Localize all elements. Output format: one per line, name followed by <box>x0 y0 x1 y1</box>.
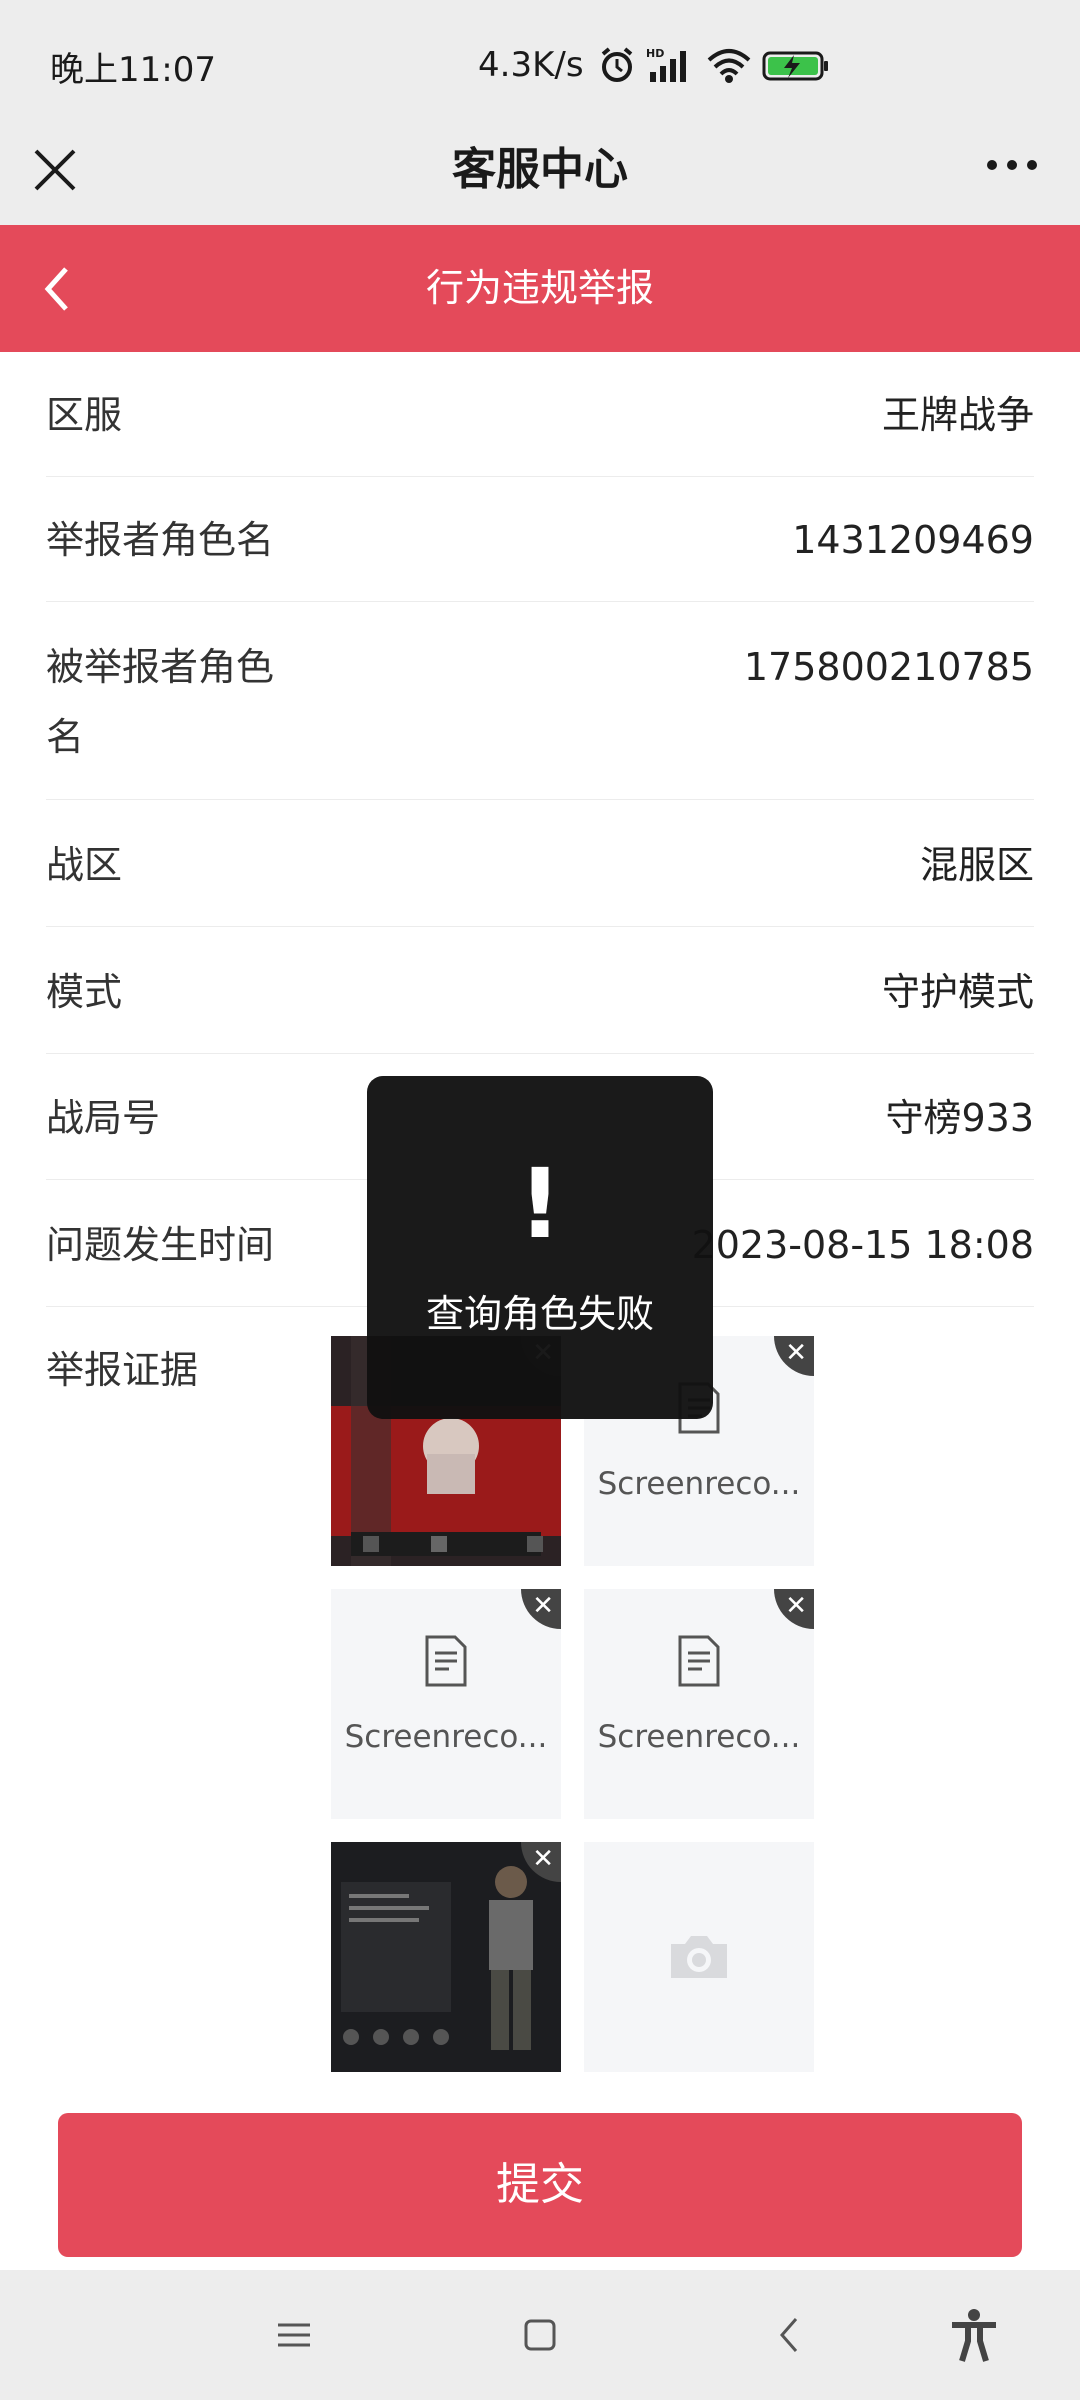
row-value: 守护模式 <box>881 970 1034 1014</box>
hd-signal-icon: HD <box>646 47 686 82</box>
row-value: 1431209469 <box>792 518 1034 562</box>
row-label: 被举报者角色 名 <box>46 645 275 759</box>
file-name: Screenreco... <box>344 1719 548 1755</box>
document-icon <box>678 1635 720 1687</box>
back-icon[interactable] <box>760 2305 820 2365</box>
evidence-thumbnail[interactable]: ✕ <box>331 1842 561 2072</box>
row-label: 举报者角色名 <box>46 518 275 562</box>
document-icon <box>425 1635 467 1687</box>
toast-message: 查询角色失败 <box>425 1292 654 1336</box>
row-label: 问题发生时间 <box>46 1223 275 1267</box>
evidence-label: 举报证据 <box>46 1348 199 1392</box>
form-row-reporter: 举报者角色名 1431209469 <box>46 505 1034 602</box>
form-row-mode: 模式 守护模式 <box>46 957 1034 1054</box>
row-value: 守榜933 <box>885 1096 1034 1140</box>
file-name: Screenreco... <box>597 1719 801 1755</box>
top-app-bar: 客服中心 <box>0 125 1080 225</box>
status-bar: 晚上11:07 4.3K/s HD <box>0 0 1080 125</box>
game-screenshot-image <box>331 1842 561 2072</box>
warning-icon: ! <box>518 1148 562 1260</box>
alarm-icon <box>601 47 632 82</box>
form-row-server: 区服 王牌战争 <box>46 380 1034 477</box>
row-label: 战局号 <box>46 1096 161 1140</box>
row-value: 王牌战争 <box>881 393 1034 437</box>
remove-evidence-button[interactable]: ✕ <box>774 1336 814 1376</box>
remove-evidence-button[interactable]: ✕ <box>521 1589 561 1629</box>
evidence-file[interactable]: Screenreco... ✕ <box>584 1589 814 1819</box>
row-value: 2023-08-15 18:08 <box>691 1223 1034 1267</box>
form-row-zone: 战区 混服区 <box>46 830 1034 927</box>
row-label: 战区 <box>46 843 123 887</box>
row-label: 模式 <box>46 970 123 1014</box>
close-icon[interactable] <box>30 135 80 205</box>
system-nav-bar <box>0 2270 1080 2400</box>
status-indicators: 4.3K/s HD <box>478 40 830 90</box>
remove-evidence-button[interactable]: ✕ <box>774 1589 814 1629</box>
more-icon[interactable] <box>984 155 1040 175</box>
submit-button[interactable]: 提交 <box>58 2113 1022 2257</box>
add-evidence-button[interactable] <box>584 1842 814 2072</box>
row-value: 175800210785 <box>743 645 1034 689</box>
page-header: 行为违规举报 <box>0 225 1080 352</box>
row-value: 混服区 <box>919 843 1034 887</box>
battery-charging-icon <box>762 51 828 81</box>
accessibility-icon[interactable] <box>944 2305 1004 2365</box>
home-icon[interactable] <box>510 2305 570 2365</box>
evidence-file[interactable]: Screenreco... ✕ <box>331 1589 561 1819</box>
page-title: 行为违规举报 <box>425 266 654 310</box>
file-name: Screenreco... <box>597 1466 801 1502</box>
camera-icon <box>671 1936 727 1978</box>
row-label: 区服 <box>46 393 123 437</box>
menu-icon[interactable] <box>264 2305 324 2365</box>
svg-text:HD: HD <box>646 47 664 60</box>
network-speed: 4.3K/s <box>478 45 584 85</box>
wifi-icon <box>707 49 750 83</box>
form-row-reported: 被举报者角色 名 175800210785 <box>46 632 1034 800</box>
app-title: 客服中心 <box>452 144 628 195</box>
error-toast: ! 查询角色失败 <box>367 1076 713 1419</box>
status-time: 晚上11:07 <box>50 50 216 90</box>
